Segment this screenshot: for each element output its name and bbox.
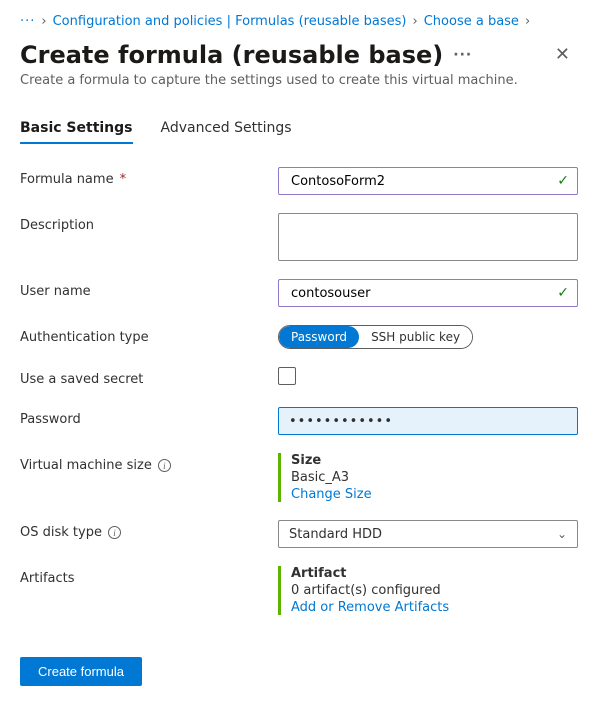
vm-size-block: Size Basic_A3 Change Size	[278, 453, 578, 502]
auth-type-password[interactable]: Password	[279, 326, 359, 348]
info-icon[interactable]: i	[158, 459, 171, 472]
label-os-disk: OS disk type i	[20, 520, 278, 540]
more-actions-icon[interactable]: ···	[453, 47, 472, 63]
breadcrumb: ··· › Configuration and policies | Formu…	[20, 14, 578, 29]
saved-secret-checkbox[interactable]	[278, 367, 296, 385]
os-disk-dropdown[interactable]: Standard HDD ⌄	[278, 520, 578, 548]
change-size-link[interactable]: Change Size	[291, 487, 578, 502]
label-vm-size: Virtual machine size i	[20, 453, 278, 473]
label-auth-type: Authentication type	[20, 325, 278, 345]
auth-type-toggle: Password SSH public key	[278, 325, 473, 349]
info-icon[interactable]: i	[108, 526, 121, 539]
label-formula-name: Formula name *	[20, 167, 278, 187]
chevron-right-icon: ›	[525, 14, 530, 29]
label-artifacts: Artifacts	[20, 566, 278, 586]
label-saved-secret: Use a saved secret	[20, 367, 278, 387]
user-name-input[interactable]: ✓	[278, 279, 578, 307]
label-user-name: User name	[20, 279, 278, 299]
artifacts-heading: Artifact	[291, 566, 578, 581]
breadcrumb-ellipsis[interactable]: ···	[20, 14, 35, 29]
os-disk-value: Standard HDD	[289, 527, 382, 542]
checkmark-icon: ✓	[557, 285, 569, 301]
label-description: Description	[20, 213, 278, 233]
breadcrumb-link-config[interactable]: Configuration and policies | Formulas (r…	[53, 14, 407, 29]
formula-name-input[interactable]: ✓	[278, 167, 578, 195]
chevron-right-icon: ›	[41, 14, 46, 29]
add-remove-artifacts-link[interactable]: Add or Remove Artifacts	[291, 600, 578, 615]
close-icon[interactable]: ✕	[547, 42, 578, 68]
checkmark-icon: ✓	[557, 173, 569, 189]
tabs: Basic Settings Advanced Settings	[20, 116, 578, 144]
auth-type-ssh[interactable]: SSH public key	[359, 326, 472, 348]
artifacts-block: Artifact 0 artifact(s) configured Add or…	[278, 566, 578, 615]
user-name-field[interactable]	[289, 285, 549, 302]
vm-size-heading: Size	[291, 453, 578, 468]
description-input[interactable]	[278, 213, 578, 261]
vm-size-value: Basic_A3	[291, 470, 578, 485]
page-title: Create formula (reusable base) ···	[20, 41, 472, 69]
required-indicator: *	[120, 172, 127, 187]
tab-basic-settings[interactable]: Basic Settings	[20, 116, 133, 144]
password-input[interactable]: ••••••••••••	[278, 407, 578, 435]
chevron-down-icon: ⌄	[557, 527, 567, 541]
artifacts-value: 0 artifact(s) configured	[291, 583, 578, 598]
label-password: Password	[20, 407, 278, 427]
create-formula-button[interactable]: Create formula	[20, 657, 142, 686]
tab-advanced-settings[interactable]: Advanced Settings	[161, 116, 292, 144]
breadcrumb-link-choose-base[interactable]: Choose a base	[424, 14, 519, 29]
page-subtitle: Create a formula to capture the settings…	[20, 73, 578, 88]
formula-name-field[interactable]	[289, 173, 549, 190]
chevron-right-icon: ›	[413, 14, 418, 29]
